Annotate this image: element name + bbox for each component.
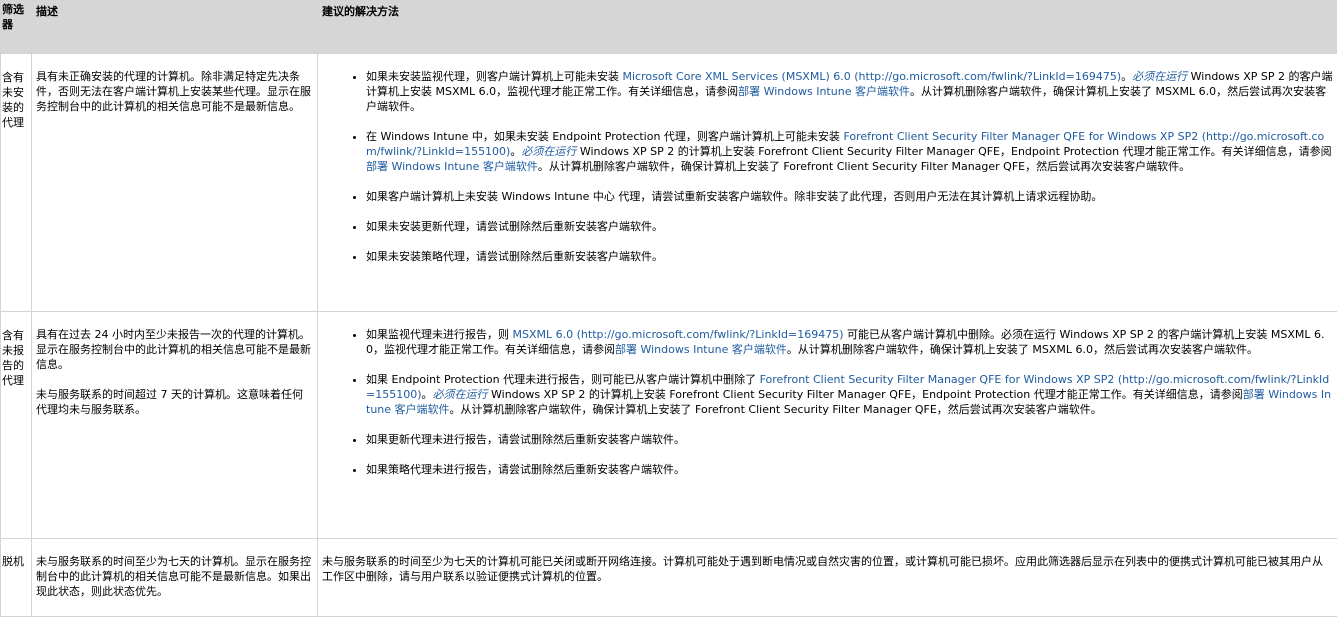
header-description: 描述 <box>31 0 318 54</box>
list-item: 如果未安装更新代理，请尝试删除然后重新安装客户端软件。 <box>366 219 1333 234</box>
msxml-link[interactable]: MSXML 6.0 (http://go.microsoft.com/fwlin… <box>513 328 844 341</box>
list-item: 如果未安装监视代理，则客户端计算机上可能未安装 Microsoft Core X… <box>366 69 1333 114</box>
description-paragraph: 未与服务联系的时间超过 7 天的计算机。这意味着任何代理均未与服务联系。 <box>36 388 303 416</box>
list-item: 如果未安装策略代理，请尝试删除然后重新安装客户端软件。 <box>366 249 1333 264</box>
solution-list: 如果监视代理未进行报告，则 MSXML 6.0 (http://go.micro… <box>322 327 1333 477</box>
filter-cell: 脱机 <box>0 538 32 617</box>
solution-list: 如果未安装监视代理，则客户端计算机上可能未安装 Microsoft Core X… <box>322 69 1333 264</box>
list-item: 如果监视代理未进行报告，则 MSXML 6.0 (http://go.micro… <box>366 327 1333 357</box>
deploy-client-link[interactable]: 部署 Windows Intune 客户端软件 <box>366 160 538 173</box>
list-item: 如果 Endpoint Protection 代理未进行报告，则可能已从客户端计… <box>366 372 1333 417</box>
description-cell: 未与服务联系的时间至少为七天的计算机。显示在服务控制台中的此计算机的相关信息可能… <box>31 538 318 617</box>
filter-cell: 含有未安装的代理 <box>0 53 32 312</box>
table-row: 含有未安装的代理 具有未正确安装的代理的计算机。除非满足特定先决条件，否则无法在… <box>0 53 1337 312</box>
msxml-link[interactable]: Microsoft Core XML Services (MSXML) 6.0 … <box>623 70 1122 83</box>
list-item: 在 Windows Intune 中，如果未安装 Endpoint Protec… <box>366 129 1333 174</box>
header-solution: 建议的解决方法 <box>317 0 1337 54</box>
solution-cell: 未与服务联系的时间至少为七天的计算机可能已关闭或断开网络连接。计算机可能处于遇到… <box>317 538 1337 617</box>
table-row: 含有未报告的代理 具有在过去 24 小时内至少未报告一次的代理的计算机。显示在服… <box>0 311 1337 539</box>
table-header-row: 筛选器 描述 建议的解决方法 <box>0 0 1337 54</box>
description-paragraph: 具有在过去 24 小时内至少未报告一次的代理的计算机。显示在服务控制台中的此计算… <box>36 328 311 371</box>
must-run-link[interactable]: 必须在运行 <box>1132 70 1187 83</box>
must-run-link[interactable]: 必须在运行 <box>521 145 576 158</box>
filter-cell: 含有未报告的代理 <box>0 311 32 539</box>
deploy-client-link[interactable]: 部署 Windows Intune 客户端软件 <box>738 85 910 98</box>
list-item: 如果客户端计算机上未安装 Windows Intune 中心 代理，请尝试重新安… <box>366 189 1333 204</box>
filter-table: 筛选器 描述 建议的解决方法 含有未安装的代理 具有未正确安装的代理的计算机。除… <box>0 0 1337 617</box>
table-row: 脱机 未与服务联系的时间至少为七天的计算机。显示在服务控制台中的此计算机的相关信… <box>0 538 1337 617</box>
solution-cell: 如果未安装监视代理，则客户端计算机上可能未安装 Microsoft Core X… <box>317 53 1337 312</box>
description-cell: 具有在过去 24 小时内至少未报告一次的代理的计算机。显示在服务控制台中的此计算… <box>31 311 318 539</box>
list-item: 如果更新代理未进行报告，请尝试删除然后重新安装客户端软件。 <box>366 432 1333 447</box>
deploy-client-link[interactable]: 部署 Windows Intune 客户端软件 <box>615 343 787 356</box>
solution-cell: 如果监视代理未进行报告，则 MSXML 6.0 (http://go.micro… <box>317 311 1337 539</box>
description-cell: 具有未正确安装的代理的计算机。除非满足特定先决条件，否则无法在客户端计算机上安装… <box>31 53 318 312</box>
header-filter: 筛选器 <box>0 0 32 54</box>
must-run-link[interactable]: 必须在运行 <box>433 388 488 401</box>
list-item: 如果策略代理未进行报告，请尝试删除然后重新安装客户端软件。 <box>366 462 1333 477</box>
